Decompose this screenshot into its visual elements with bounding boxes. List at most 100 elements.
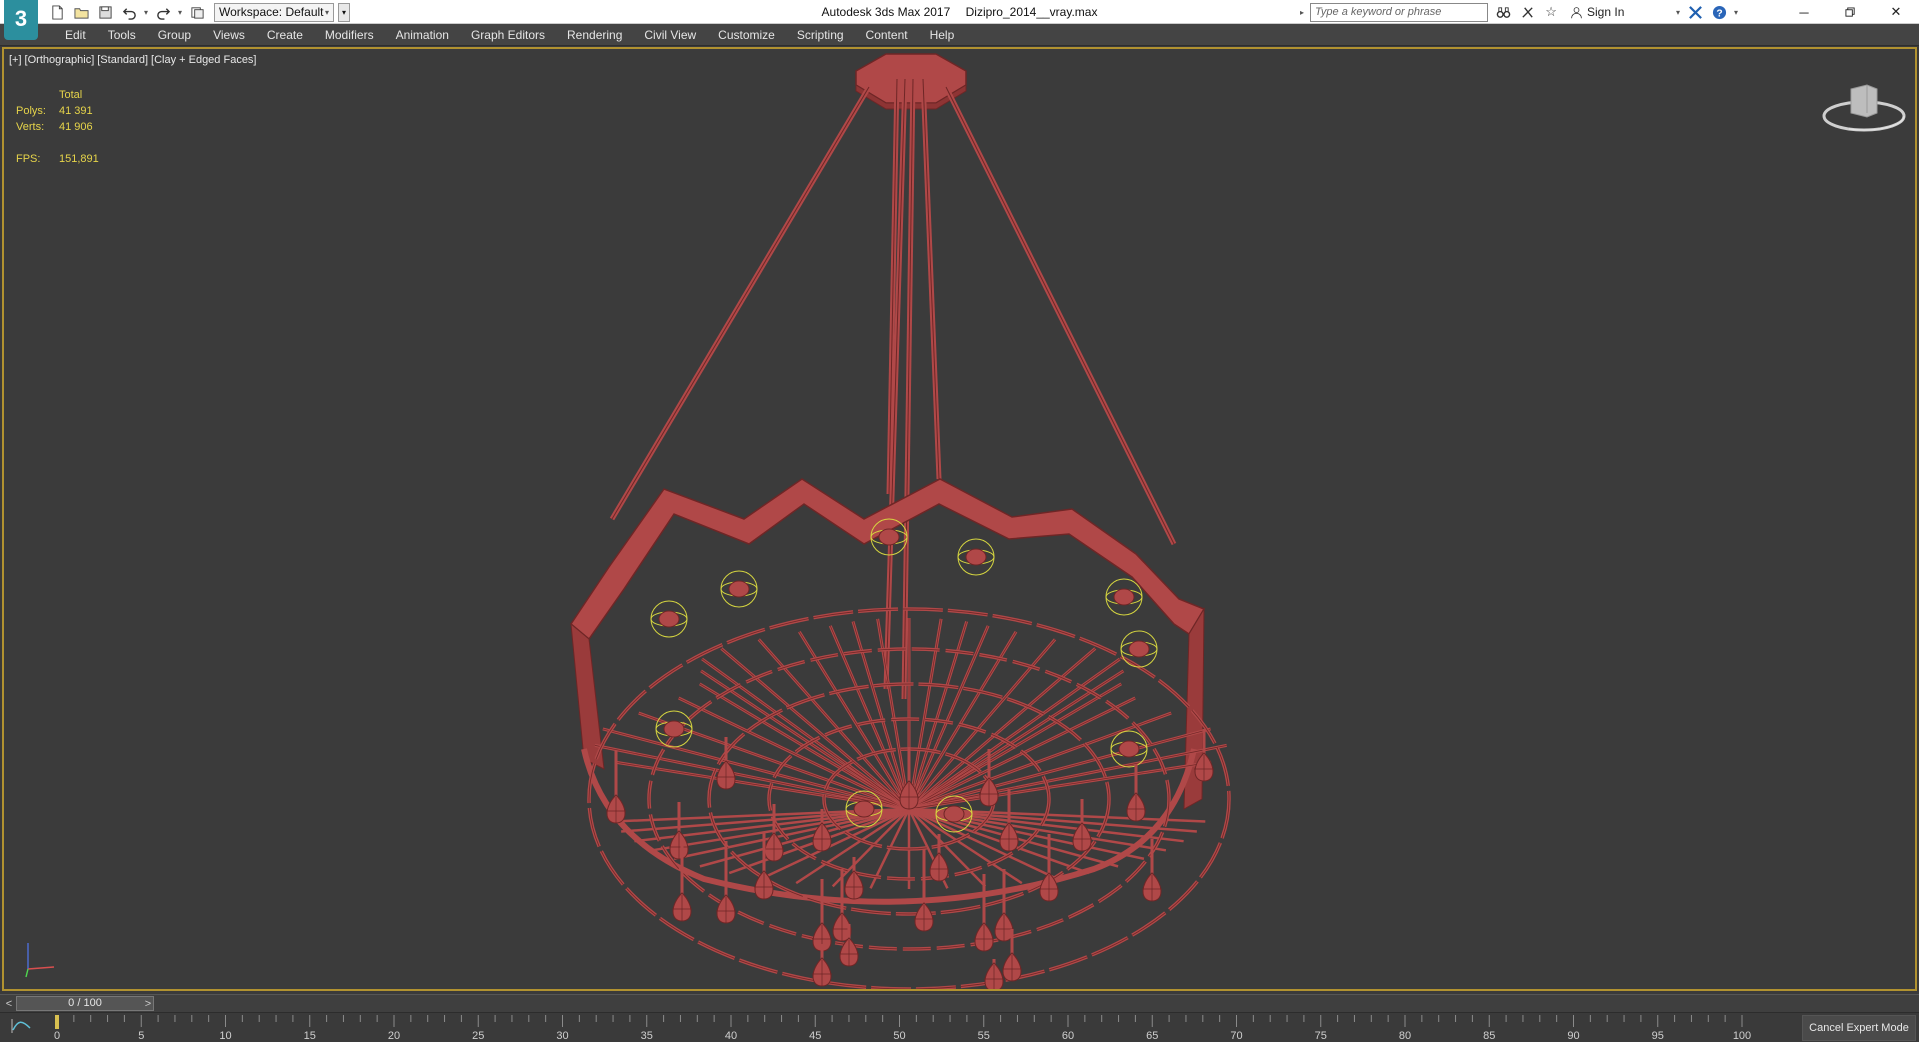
time-slider-track[interactable] [16,996,1746,1011]
menu-modifiers[interactable]: Modifiers [314,24,385,46]
menu-create[interactable]: Create [256,24,314,46]
favorites-icon[interactable] [1518,3,1536,21]
infocenter-toolbar: ▸ ☆ Sign In ▾ ? ▾ [1300,1,1738,23]
track-tick-label: 5 [138,1030,144,1042]
menu-graph-editors[interactable]: Graph Editors [460,24,556,46]
sign-in-label: Sign In [1587,5,1625,19]
qat-customize-dropdown[interactable]: ▾ [338,2,350,22]
app-title: Autodesk 3ds Max 2017 [821,5,951,19]
search-input[interactable] [1310,2,1489,22]
lamp-socket [965,548,987,566]
file-name: Dizipro_2014__vray.max [965,5,1098,19]
chandelier-model[interactable] [4,49,1917,991]
workspace-select-label: Workspace: Default [219,5,324,19]
menu-customize[interactable]: Customize [707,24,786,46]
menu-views[interactable]: Views [202,24,256,46]
viewport-point-of-view-menu[interactable]: [Orthographic] [25,54,95,66]
polys-label: Polys: [16,105,46,117]
close-icon[interactable]: ✕ [1873,0,1919,24]
track-tick-label: 65 [1146,1030,1158,1042]
time-slider-prev-button[interactable]: < [2,996,16,1011]
track-tick-label: 90 [1567,1030,1579,1042]
exchange-x-icon[interactable] [1686,3,1704,21]
chevron-down-icon: ▾ [1676,7,1681,17]
verts-label: Verts: [16,121,45,133]
lamp-socket [943,805,965,823]
restore-icon[interactable] [1827,0,1873,24]
verts-value: 41 906 [59,121,93,133]
viewport-shading-standard-menu[interactable]: [Standard] [97,54,148,66]
save-icon[interactable] [94,2,116,22]
track-tick-label: 80 [1399,1030,1411,1042]
time-slider-thumb[interactable]: 0 / 100 [16,996,154,1011]
viewport-statistics: Total Polys: 41 391 Verts: 41 906 FPS: 151,… [16,87,99,167]
lamp-socket [878,528,900,546]
menu-animation[interactable]: Animation [385,24,460,46]
stats-header: Total [59,89,83,101]
undo-icon[interactable] [118,2,140,22]
new-file-icon[interactable] [46,2,68,22]
chevron-down-icon: ▾ [324,7,329,17]
viewport-perspective[interactable]: [+] [Orthographic] [Standard] [Clay + Ed… [2,47,1917,991]
track-tick-label: 55 [978,1030,990,1042]
svg-text:?: ? [1716,8,1722,19]
app-logo-button[interactable]: 3 [4,0,38,40]
redo-dropdown-icon[interactable]: ▾ [176,2,184,22]
track-tick-label: 45 [809,1030,821,1042]
current-frame-marker[interactable] [55,1015,59,1029]
track-tick-label: 95 [1652,1030,1664,1042]
workspace-select[interactable]: Workspace: Default ▾ [214,2,334,22]
time-slider[interactable]: < 0 / 100 > [0,994,1919,1012]
sign-in-button[interactable]: Sign In ▾ [1570,5,1680,19]
lamp-socket [1128,640,1150,658]
lamp-socket [1118,740,1140,758]
redo-icon[interactable] [152,2,174,22]
menu-scripting[interactable]: Scripting [786,24,855,46]
undo-dropdown-icon[interactable]: ▾ [142,2,150,22]
project-folder-icon[interactable] [186,2,208,22]
star-icon[interactable]: ☆ [1542,3,1560,21]
menu-bar: Edit Tools Group Views Create Modifiers Animat… [0,24,1919,46]
track-tick-label: 60 [1062,1030,1074,1042]
fps-value: 151,891 [59,153,99,165]
menu-rendering[interactable]: Rendering [556,24,633,46]
suspension-rod-edge [945,86,1175,545]
time-slider-next-button[interactable]: > [141,996,155,1011]
track-tick-label: 100 [1733,1030,1751,1042]
help-dropdown-icon[interactable]: ▾ [1734,8,1738,17]
suspension-rod-edge [611,86,870,520]
track-bar-ruler[interactable]: 0 5 10 15 20 25 30 35 40 45 50 55 60 65 70 75 80 85 90 95 10… [0,1013,1760,1042]
binoculars-icon[interactable] [1494,3,1512,21]
open-folder-icon[interactable] [70,2,92,22]
track-tick-label: 40 [725,1030,737,1042]
track-tick-label: 50 [893,1030,905,1042]
track-tick-label: 10 [219,1030,231,1042]
help-icon[interactable]: ? [1710,3,1728,21]
menu-civil-view[interactable]: Civil View [633,24,707,46]
menu-content[interactable]: Content [855,24,919,46]
lamp-socket [728,580,750,598]
lamp-socket [663,720,685,738]
cancel-expert-mode-button[interactable]: Cancel Expert Mode [1802,1015,1916,1041]
polys-value: 41 391 [59,105,93,117]
user-icon [1571,6,1582,18]
search-collapse-icon[interactable]: ▸ [1300,8,1304,17]
curve-editor-icon[interactable] [10,1018,32,1034]
menu-tools[interactable]: Tools [97,24,147,46]
track-bar[interactable]: 0 5 10 15 20 25 30 35 40 45 50 55 60 65 70 75 80 85 90 95 10… [0,1012,1919,1042]
viewcube-icon[interactable] [1819,71,1909,141]
track-tick-label: 15 [304,1030,316,1042]
suspension-rod-edge [903,78,914,700]
track-tick-label: 0 [54,1030,60,1042]
minimize-icon[interactable]: ─ [1781,0,1827,24]
menu-group[interactable]: Group [147,24,202,46]
axis-tripod-icon [25,943,55,978]
fps-label: FPS: [16,153,41,165]
track-tick-label: 20 [388,1030,400,1042]
lamp-socket [853,800,875,818]
menu-help[interactable]: Help [919,24,966,46]
menu-edit[interactable]: Edit [54,24,97,46]
track-tick-label: 35 [641,1030,653,1042]
viewport-general-menu[interactable]: [+] [9,54,22,66]
viewport-shading-style-menu[interactable]: [Clay + Edged Faces] [151,54,256,66]
